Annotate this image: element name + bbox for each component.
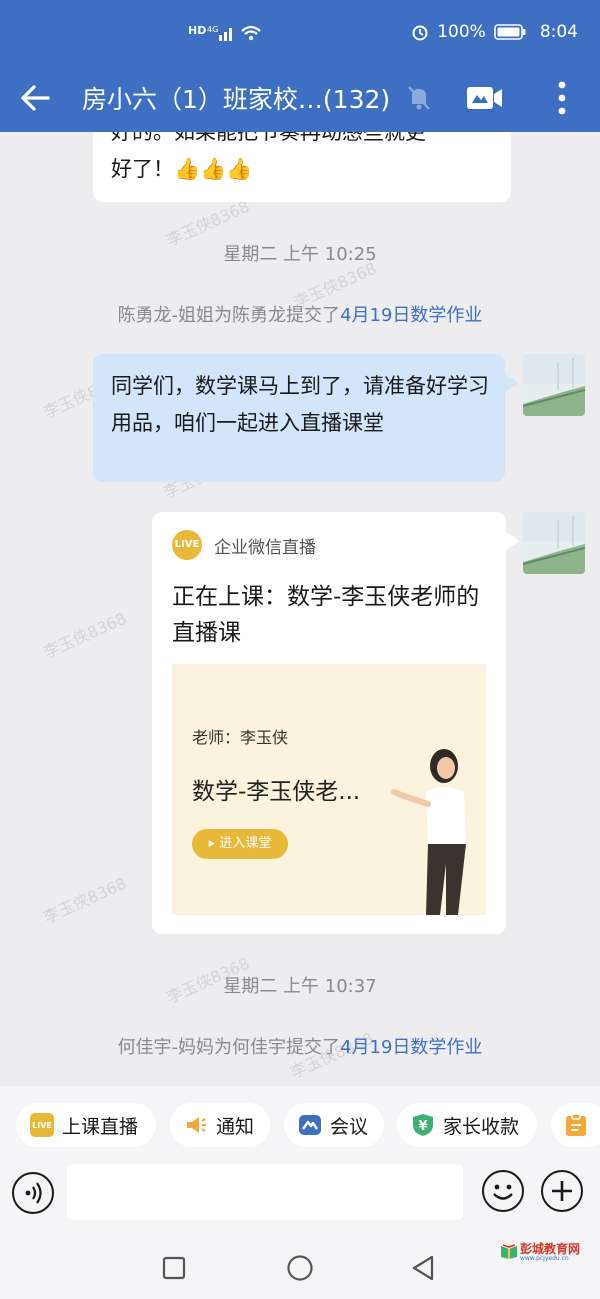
watermark: 李玉侠8368: [40, 873, 130, 928]
system-notice: 何佳宇-妈妈为何佳宇提交了4月19日数学作业: [117, 1037, 483, 1058]
timestamp: 星期二 上午 10:25: [223, 244, 377, 265]
card-source: 企业微信直播: [214, 538, 316, 558]
avatar-landscape-image: [523, 512, 585, 574]
hd-indicator: HD: [188, 24, 207, 37]
chip-parent-payment[interactable]: ¥ 家长收款: [397, 1103, 537, 1147]
voice-icon: [25, 1182, 42, 1204]
system-nav-bar: 彭城教育网 www.pcjyedu.cn: [0, 1236, 600, 1299]
battery-percent: 100%: [437, 22, 486, 42]
back-triangle-icon[interactable]: [410, 1254, 436, 1282]
avatar-landscape-image: [523, 354, 585, 416]
chip-meeting[interactable]: 会议: [284, 1103, 384, 1147]
voice-button[interactable]: [12, 1172, 54, 1214]
live-icon: LIVE: [30, 1113, 54, 1137]
chat-header: 房小六（1）班家校…(132): [0, 66, 600, 132]
book-logo-icon: [501, 1244, 517, 1259]
live-poster: 老师：李玉侠 数学-李玉侠老... ▸ 进入课堂: [172, 664, 486, 915]
home-icon[interactable]: [286, 1254, 314, 1282]
thumbs-up-emoji: 👍👍👍: [174, 157, 253, 181]
homework-link[interactable]: 4月19日数学作业: [340, 1037, 482, 1058]
video-call-icon[interactable]: [466, 84, 504, 112]
signal-icon: 4G: [207, 25, 232, 41]
chip-label: 通知: [216, 1115, 255, 1138]
clock: 8:04: [539, 22, 578, 42]
emoji-button[interactable]: [482, 1170, 524, 1212]
avatar[interactable]: [523, 354, 585, 416]
meeting-icon: [299, 1115, 321, 1135]
poster-teacher: 老师：李玉侠: [192, 728, 289, 747]
timestamp: 星期二 上午 10:37: [223, 976, 377, 997]
smiley-icon: [493, 1184, 513, 1200]
alarm-icon: [412, 25, 428, 41]
enter-class-button[interactable]: ▸ 进入课堂: [192, 829, 288, 859]
homework-link[interactable]: 4月19日数学作业: [340, 305, 482, 326]
message-text: 好的。如果能把节奏再动感些就更 好了！👍👍👍: [111, 132, 426, 181]
chip-label: 家长收款: [443, 1115, 520, 1138]
more-options-icon[interactable]: [552, 78, 572, 118]
yuan-shield-icon: ¥: [413, 1114, 433, 1136]
poster-course: 数学-李玉侠老...: [192, 779, 361, 805]
chip-label: 会议: [330, 1115, 369, 1138]
wifi-icon: [241, 25, 261, 41]
megaphone-icon: [187, 1117, 206, 1133]
yuan-symbol: ¥: [418, 1119, 427, 1134]
live-badge-icon: LIVE: [172, 530, 202, 560]
clipboard-icon: [566, 1113, 586, 1136]
chip-live-class[interactable]: LIVE 上课直播: [16, 1103, 156, 1147]
add-button[interactable]: [541, 1170, 583, 1212]
chat-title[interactable]: 房小六（1）班家校…(132): [82, 80, 390, 116]
avatar[interactable]: [523, 512, 585, 574]
plus-icon: [552, 1181, 572, 1201]
message-text: 同学们，数学课马上到了，请准备好学习用品，咱们一起进入直播课堂: [111, 374, 489, 435]
mute-bell-icon: [408, 86, 430, 110]
recent-apps-icon[interactable]: [162, 1256, 186, 1280]
message-bubble[interactable]: 好的。如果能把节奏再动感些就更 好了！👍👍👍: [93, 132, 511, 202]
input-row: [0, 1164, 600, 1224]
system-notice: 陈勇龙-姐姐为陈勇龙提交了4月19日数学作业: [117, 305, 483, 326]
live-card[interactable]: LIVE 企业微信直播 正在上课：数学-李玉侠老师的直播课 老师：李玉侠 数学-…: [152, 512, 520, 934]
message-input[interactable]: [67, 1164, 463, 1220]
battery-icon: [494, 24, 526, 40]
chip-notice[interactable]: 通知: [170, 1103, 270, 1147]
watermark: 李玉侠8368: [40, 608, 130, 663]
network-type: 4G: [207, 25, 218, 34]
status-bar: HD 4G 100% 8:04: [0, 0, 600, 66]
chip-more[interactable]: [551, 1103, 600, 1147]
teacher-illustration: [391, 749, 466, 915]
site-logo: 彭城教育网 www.pcjyedu.cn: [500, 1240, 596, 1262]
message-bubble-self[interactable]: 同学们，数学课马上到了，请准备好学习用品，咱们一起进入直播课堂: [93, 354, 519, 482]
chip-label: 上课直播: [62, 1115, 139, 1138]
bottom-toolbar: LIVE 上课直播 通知 会议 ¥ 家长收款: [0, 1086, 600, 1236]
chat-area[interactable]: 李玉侠8368 李玉侠8368 李玉侠8368 李玉侠8368 李玉侠8368 …: [0, 132, 600, 1086]
back-arrow-icon[interactable]: [18, 78, 54, 118]
card-title: 正在上课：数学-李玉侠老师的直播课: [172, 584, 480, 646]
